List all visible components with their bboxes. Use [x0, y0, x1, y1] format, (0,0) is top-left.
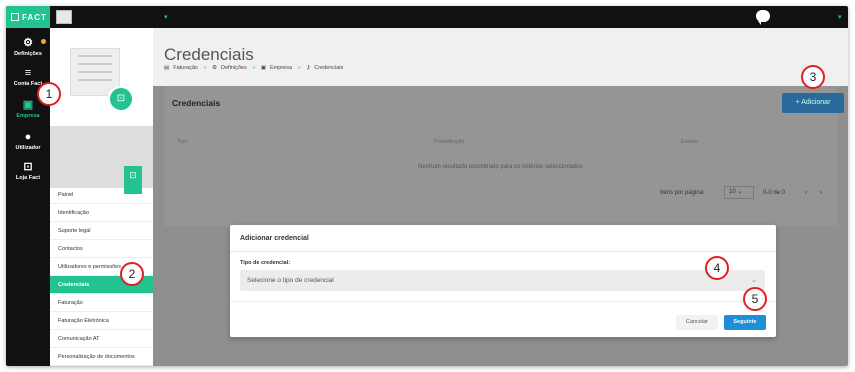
company-cover: ⊡ [50, 28, 153, 126]
column-header[interactable]: Tipo [177, 139, 188, 145]
add-credential-button[interactable]: + Adicionar [782, 93, 844, 113]
next-button[interactable]: Seguinte [724, 315, 766, 330]
credentials-card: Credenciais + Adicionar Tipo Predefiniçã… [164, 86, 844, 226]
app-window: FACT ▾ ▾ ⚙ Definições ≡ Conta Fact ▣ Emp… [6, 6, 848, 366]
pagination-range: 0-0 de 0 [763, 190, 786, 196]
user-icon: ● [24, 131, 32, 143]
top-bar: FACT ▾ ▾ [6, 6, 848, 28]
icon-rail: ⚙ Definições ≡ Conta Fact ▣ Empresa ● Ut… [6, 28, 50, 366]
credential-type-select[interactable]: Selecione o tipo de credencial ⌄ [240, 270, 765, 291]
next-page-icon[interactable]: › [820, 190, 822, 196]
building-icon: ▣ [260, 65, 267, 71]
menu-item-comunicacao-at[interactable]: Comunicação AT [50, 330, 153, 348]
callout-badge: 3 [801, 65, 825, 89]
gears-icon: ⚙ [212, 65, 218, 71]
column-header[interactable]: Predefinição [434, 139, 465, 145]
company-dropdown-icon[interactable]: ▾ [164, 13, 168, 21]
chevron-right-icon: » [203, 65, 207, 71]
company-badge-icon[interactable]: ⊡ [108, 86, 134, 112]
breadcrumb-item[interactable]: Definições [221, 65, 247, 71]
breadcrumb: ▤ Faturação » ⚙ Definições » ▣ Empresa » ⚷ C… [164, 65, 347, 71]
chevron-right-icon: » [297, 65, 301, 71]
menu-item-identificacao[interactable]: Identificação [50, 204, 153, 222]
breadcrumb-item[interactable]: Empresa [270, 65, 292, 71]
menu-item-faturacao-eletronica[interactable]: Faturação Eletrónica [50, 312, 153, 330]
credential-type-label: Tipo de credencial: [240, 260, 291, 266]
app-logo[interactable]: FACT [6, 6, 50, 28]
chevron-down-icon: ⌄ [737, 189, 743, 195]
divider [230, 301, 776, 302]
empty-state: Nenhum resultado encontrado para os crit… [418, 164, 583, 170]
callout-badge: 5 [743, 287, 767, 311]
page-title: Credenciais [164, 45, 254, 64]
cancel-button[interactable]: Cancelar [676, 315, 718, 330]
add-credential-dialog: Adicionar credencial Tipo de credencial:… [230, 225, 776, 337]
callout-badge: 4 [705, 256, 729, 280]
callout-badge: 2 [120, 262, 144, 286]
user-dropdown-icon[interactable]: ▾ [838, 13, 842, 21]
dialog-title: Adicionar credencial [240, 235, 309, 242]
menu-item-faturacao[interactable]: Faturação [50, 294, 153, 312]
items-per-page-select[interactable]: 10 ⌄ [724, 186, 754, 199]
divider [230, 251, 776, 252]
chart-icon: ▤ [164, 65, 170, 71]
menu-item-painel[interactable]: Painel [50, 186, 153, 204]
rail-item-definicoes[interactable]: ⚙ Definições [6, 34, 50, 64]
menu-item-personalizacao[interactable]: Personalização de documentos [50, 348, 153, 366]
breadcrumb-item[interactable]: Faturação [173, 65, 198, 71]
menu-icon: ≡ [24, 67, 32, 79]
chevron-right-icon: » [252, 65, 256, 71]
breadcrumb-item: Credenciais [314, 65, 344, 71]
rail-item-loja-fact[interactable]: ⊡ Loja Fact [6, 158, 50, 188]
key-icon: ⚷ [306, 65, 311, 71]
prev-page-icon[interactable]: ‹ [805, 190, 807, 196]
chat-icon[interactable] [756, 10, 770, 25]
rail-item-utilizador[interactable]: ● Utilizador [6, 128, 50, 158]
column-header[interactable]: Estado [681, 139, 698, 145]
card-title: Credenciais [172, 98, 221, 108]
company-thumbnail[interactable] [56, 10, 72, 24]
notification-dot [41, 39, 46, 44]
store-icon: ⊡ [23, 161, 33, 173]
menu-item-contactos[interactable]: Contactos [50, 240, 153, 258]
company-panel: ⊡ ⊡ Painel Identificação Suporte legal C… [50, 28, 153, 366]
callout-badge: 1 [37, 82, 61, 106]
logo-icon [11, 13, 19, 21]
menu-item-suporte-legal[interactable]: Suporte legal [50, 222, 153, 240]
items-per-page-label: Itens por página: [660, 190, 705, 196]
